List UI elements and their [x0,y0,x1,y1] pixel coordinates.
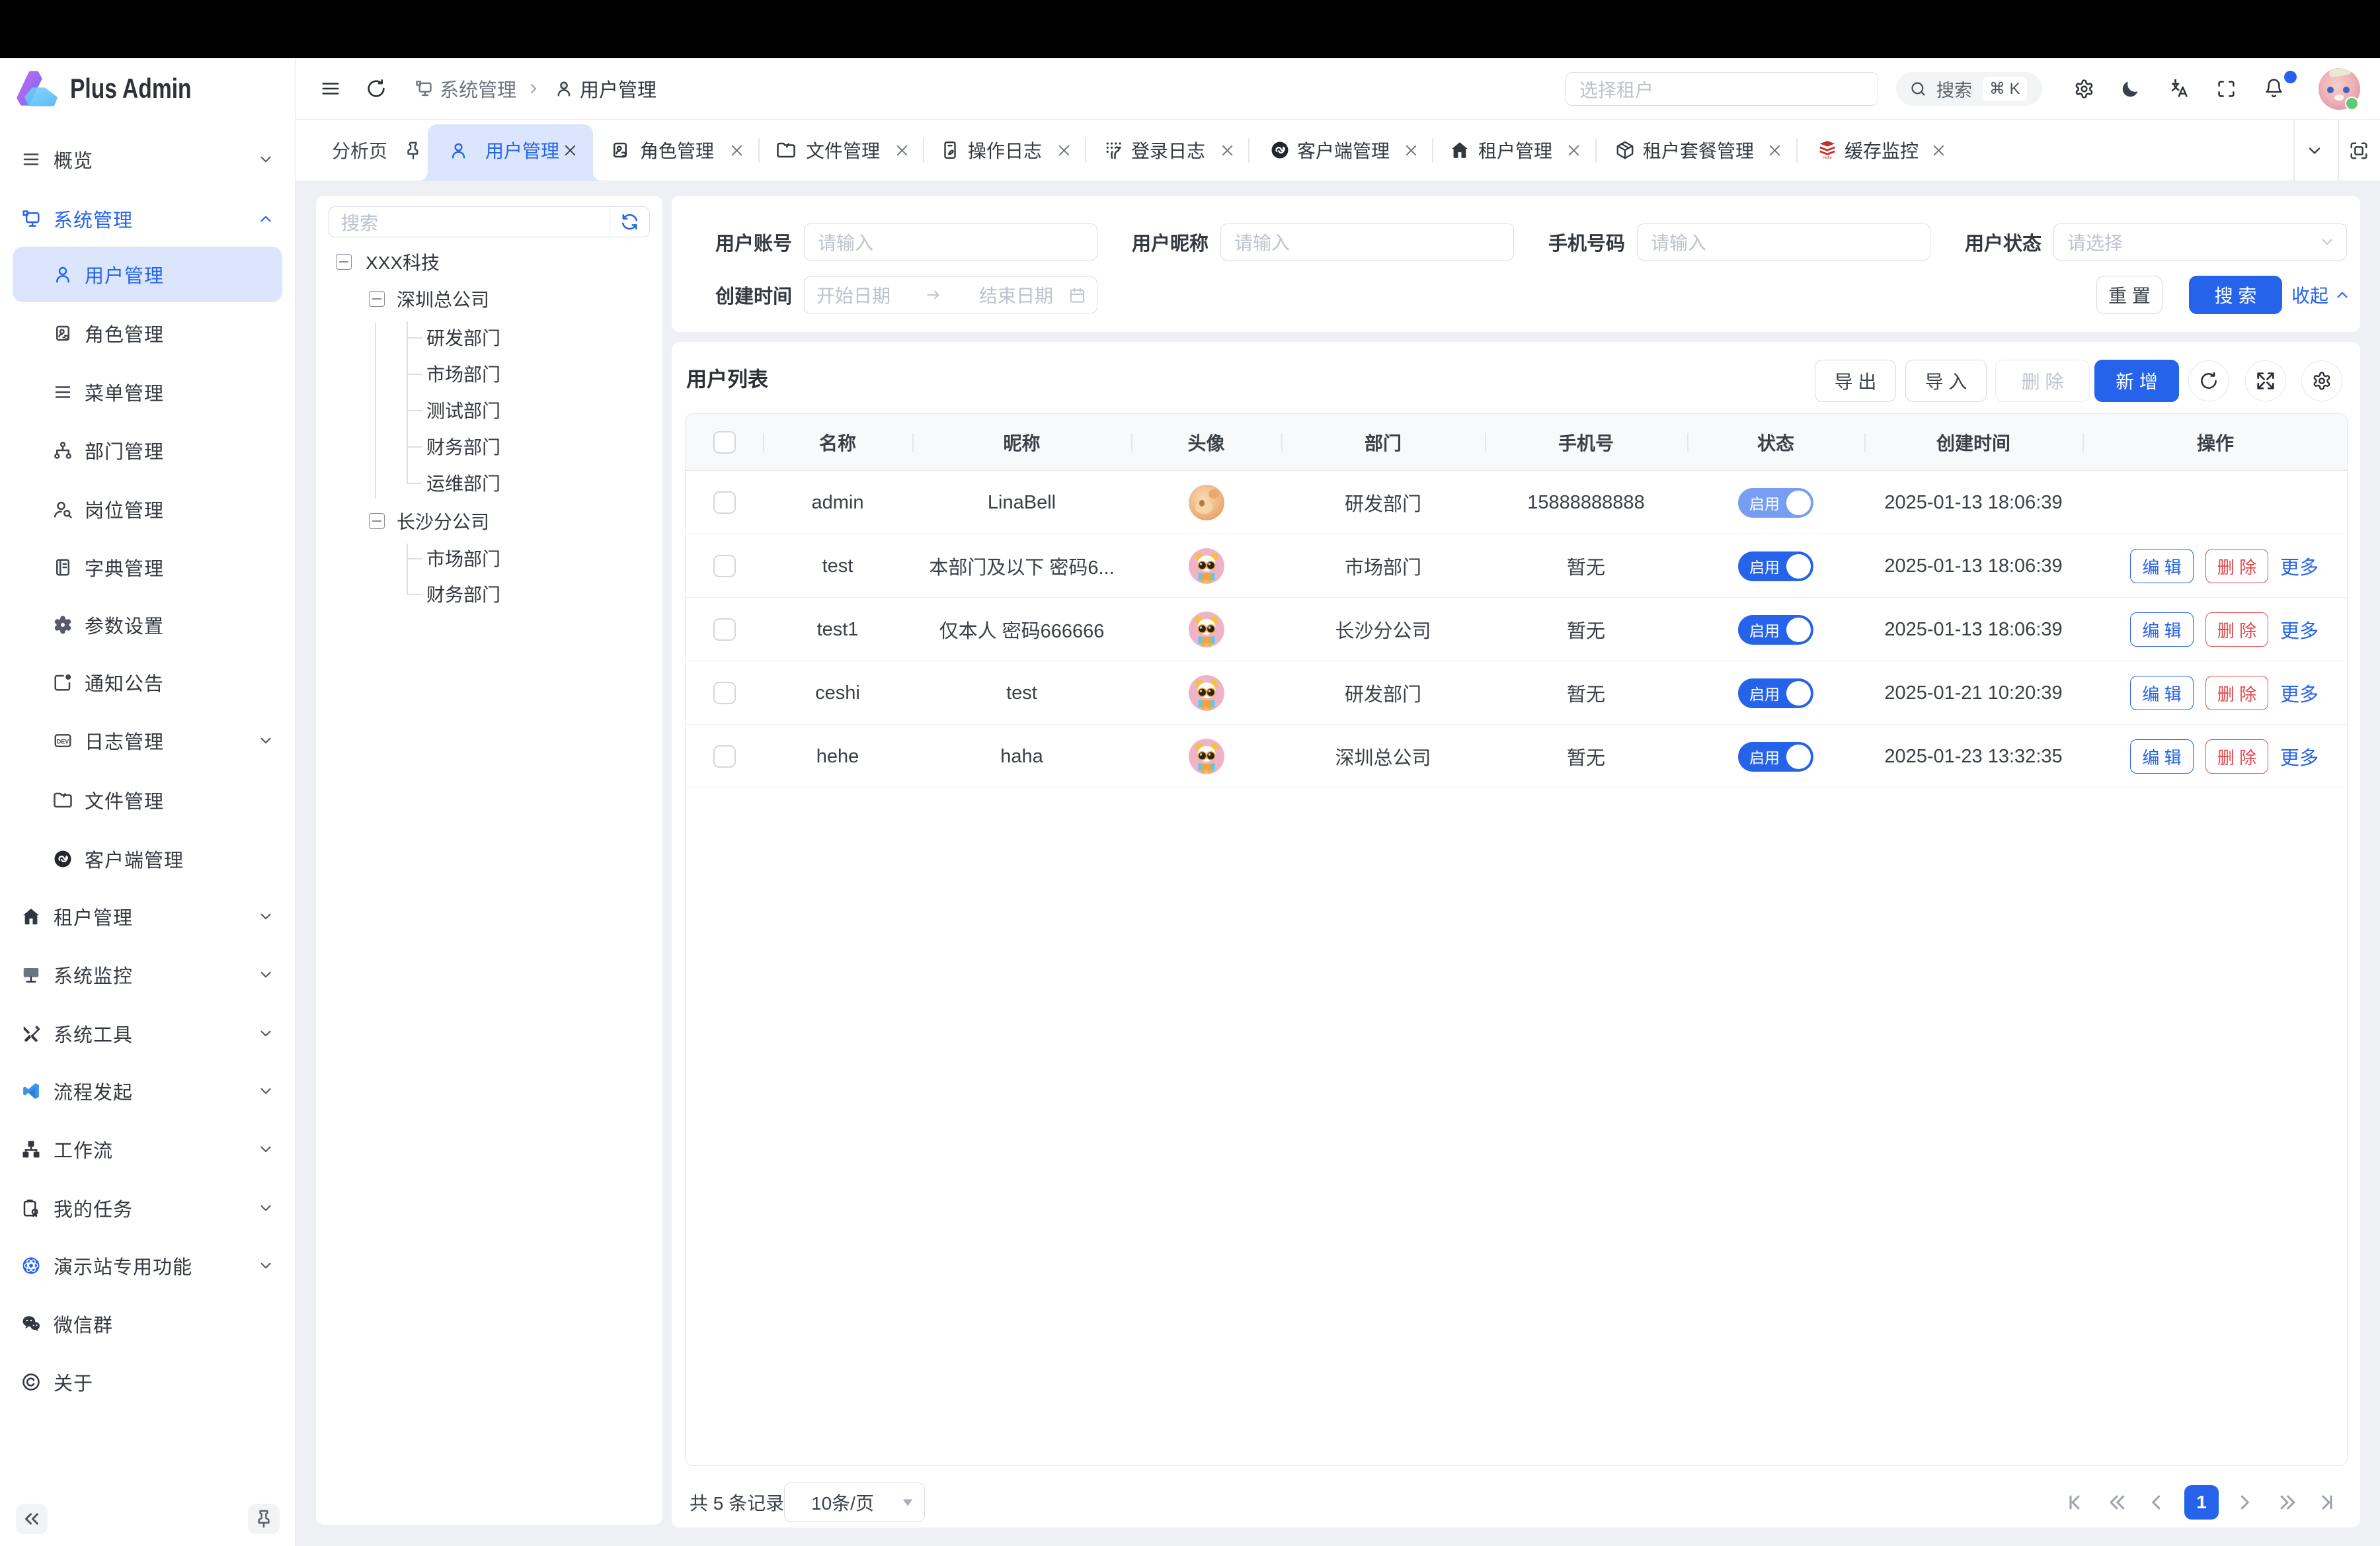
svg-text:DEV: DEV [57,738,69,745]
svg-text:redis: redis [1823,155,1831,159]
